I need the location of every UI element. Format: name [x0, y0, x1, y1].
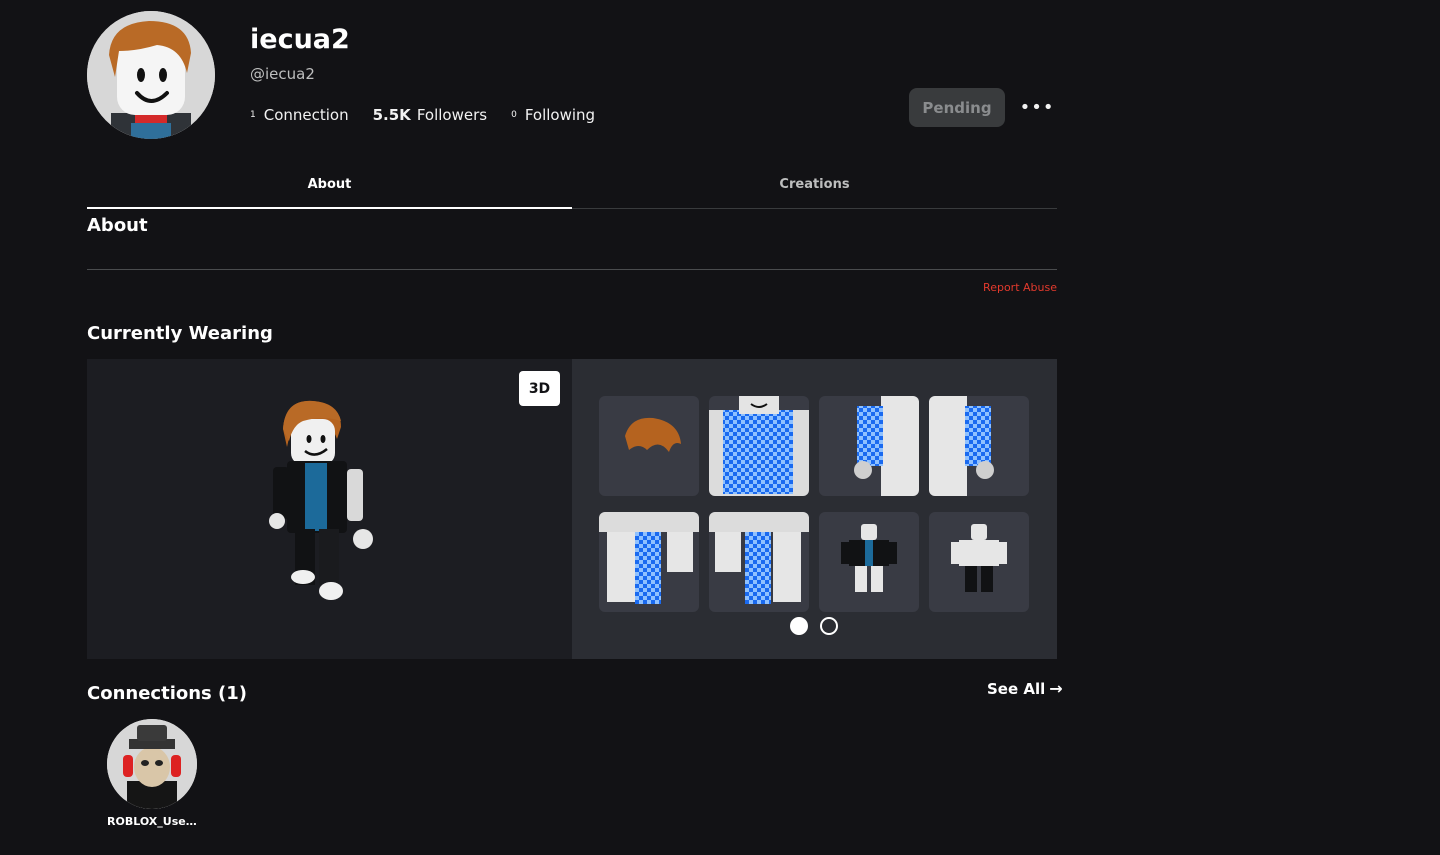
report-abuse-link[interactable]: Report Abuse	[983, 281, 1057, 294]
display-name: iecua2	[250, 24, 350, 55]
arrow-right-icon: →	[1049, 679, 1063, 698]
tab-about[interactable]: About	[87, 160, 572, 209]
more-horizontal-icon: •••	[1019, 96, 1055, 118]
followers-stat[interactable]: 5.5K Followers	[373, 106, 487, 124]
connection-card[interactable]: ROBLOX_User...	[107, 719, 199, 828]
connection-name: ROBLOX_User...	[107, 815, 199, 828]
item-left-leg[interactable]	[599, 512, 699, 612]
item-right-leg[interactable]	[709, 512, 809, 612]
followers-count: 5.5K	[372, 106, 411, 124]
currently-wearing-heading: Currently Wearing	[87, 323, 273, 344]
item-hair[interactable]	[599, 396, 699, 496]
currently-wearing-panel: 3D	[87, 359, 1057, 659]
pending-button[interactable]: Pending	[909, 88, 1005, 127]
tab-creations[interactable]: Creations	[572, 160, 1057, 208]
see-all-link[interactable]: See All →	[987, 679, 1063, 698]
carousel-dot-2[interactable]	[820, 617, 838, 635]
followers-label: Followers	[416, 106, 488, 124]
avatar-3d-render	[269, 400, 373, 600]
username-handle: @iecua2	[250, 65, 315, 83]
item-left-arm[interactable]	[819, 396, 919, 496]
about-heading: About	[87, 215, 148, 236]
profile-tabs: About Creations	[87, 160, 1057, 209]
avatar-viewer[interactable]: 3D	[87, 359, 572, 659]
following-count: 0	[511, 110, 517, 120]
item-outfit-jacket[interactable]	[819, 512, 919, 612]
profile-stats: 1 Connection 5.5K Followers 0 Following	[250, 106, 619, 124]
connections-label: Connection	[263, 106, 349, 124]
see-all-label: See All	[987, 679, 1046, 698]
profile-avatar[interactable]	[87, 11, 215, 139]
toggle-3d-button[interactable]: 3D	[519, 371, 560, 406]
wearing-items-grid	[572, 359, 1057, 659]
connections-stat[interactable]: 1 Connection	[250, 106, 349, 124]
connections-heading: Connections (1)	[87, 683, 247, 704]
item-shirt-front[interactable]	[709, 396, 809, 496]
more-options-button[interactable]: •••	[1020, 92, 1054, 122]
item-right-arm[interactable]	[929, 396, 1029, 496]
carousel-dot-1[interactable]	[790, 617, 808, 635]
connections-count: 1	[250, 110, 256, 120]
following-label: Following	[524, 106, 596, 124]
connection-avatar	[107, 719, 197, 809]
following-stat[interactable]: 0 Following	[511, 106, 595, 124]
about-divider	[87, 269, 1057, 270]
item-outfit-pants[interactable]	[929, 512, 1029, 612]
